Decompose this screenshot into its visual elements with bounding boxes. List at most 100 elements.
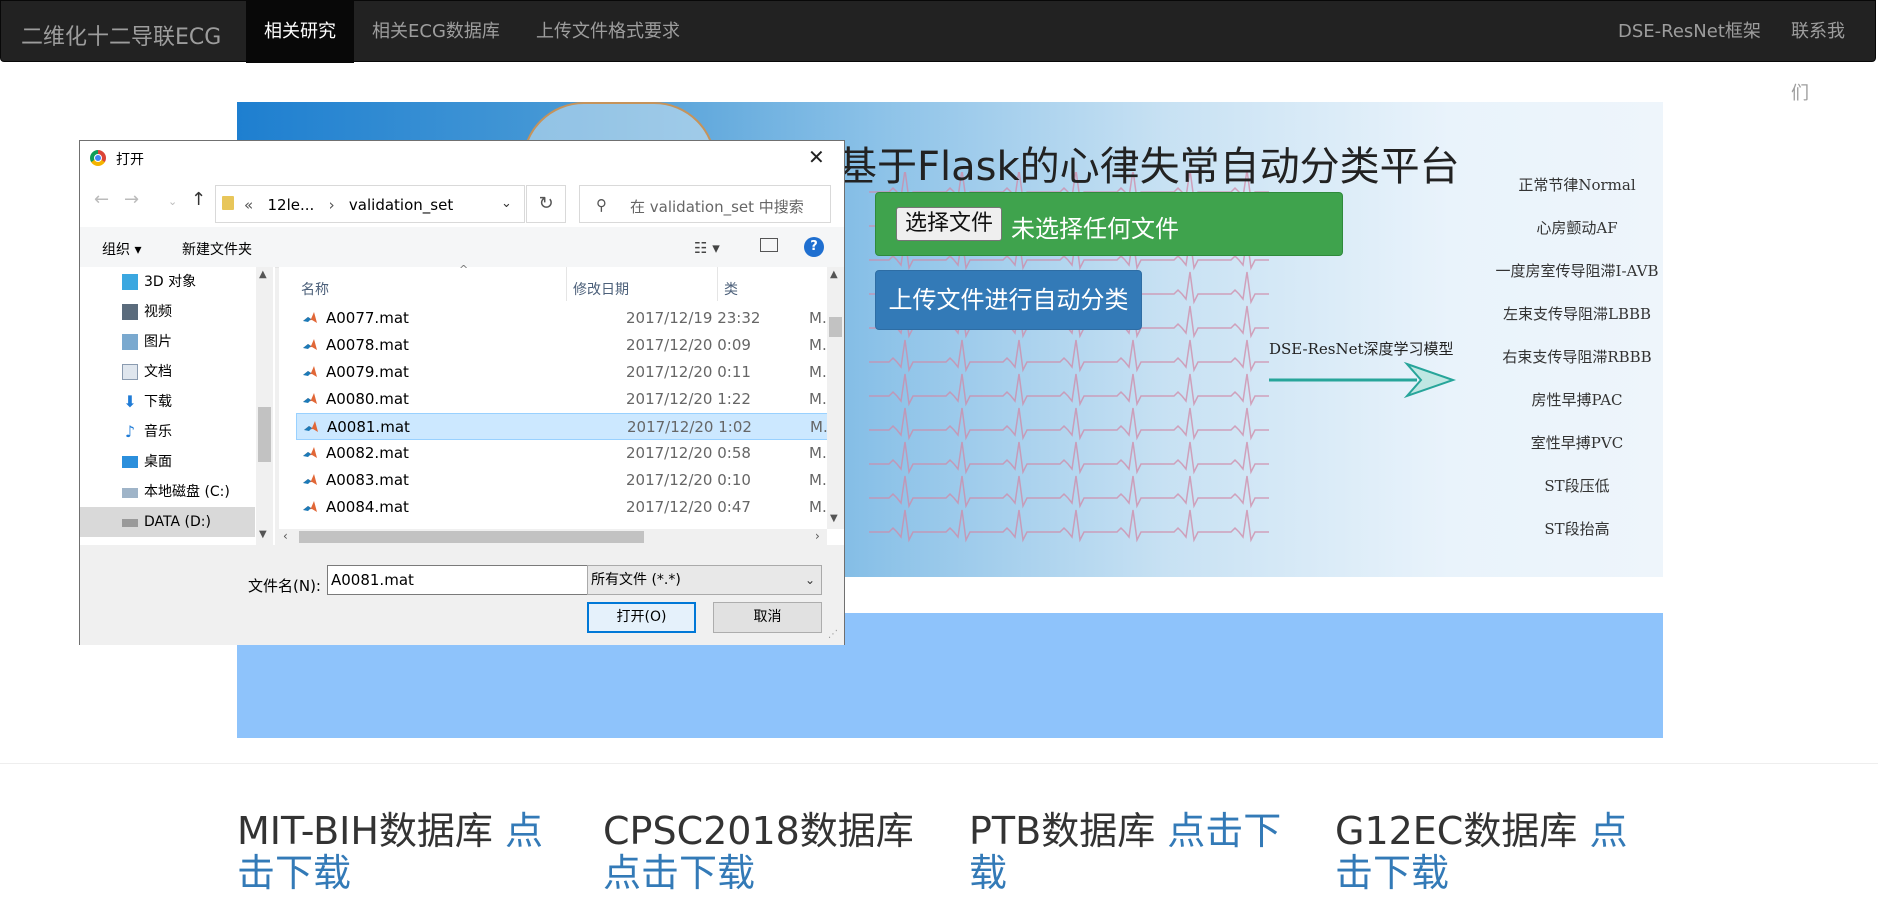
class-label: 左束支传导阻滞LBBB xyxy=(1502,305,1652,323)
scroll-thumb[interactable] xyxy=(299,531,644,543)
ecg-trace xyxy=(869,373,1269,407)
chevron-down-icon[interactable]: ⌄ xyxy=(805,566,815,594)
file-date: 2017/12/20 0:47 xyxy=(626,498,751,516)
file-row[interactable]: A0079.mat 2017/12/20 0:11 M. xyxy=(296,359,836,386)
view-options-icon[interactable]: ☷ ▾ xyxy=(694,239,720,257)
column-separator[interactable] xyxy=(566,267,567,301)
new-folder-button[interactable]: 新建文件夹 xyxy=(182,239,252,259)
db-ptb: PTB数据库 点击下载 xyxy=(969,810,1299,894)
breadcrumb-12leads[interactable]: 12le... xyxy=(268,196,315,214)
file-name: A0078.mat xyxy=(326,336,409,354)
recent-chevron-icon[interactable]: ⌄ xyxy=(168,195,177,208)
dialog-titlebar[interactable]: 打开 ✕ xyxy=(80,141,844,175)
file-row[interactable]: A0081.mat 2017/12/20 1:02 M. xyxy=(296,413,836,440)
scroll-thumb[interactable] xyxy=(258,407,271,462)
file-row[interactable]: A0083.mat 2017/12/20 0:10 M. xyxy=(296,467,836,494)
db-download-link[interactable]: 点击下载 xyxy=(603,851,755,895)
help-icon[interactable]: ? xyxy=(804,237,824,257)
file-list-hscrollbar[interactable]: ‹ › xyxy=(279,529,827,545)
preview-pane-icon[interactable] xyxy=(760,238,778,252)
close-icon[interactable]: ✕ xyxy=(808,145,825,169)
choose-file-button[interactable]: 选择文件 xyxy=(896,207,1003,241)
class-label: ST段抬高 xyxy=(1544,520,1610,538)
tree-item-desktop[interactable]: 桌面 xyxy=(80,447,255,477)
breadcrumb-validation-set[interactable]: validation_set xyxy=(349,196,453,214)
file-list-vscrollbar[interactable]: ▲ ▼ xyxy=(827,267,844,529)
scroll-down-icon[interactable]: ▼ xyxy=(259,529,267,540)
tree-item-3d-objects[interactable]: 3D 对象 xyxy=(80,267,255,297)
upload-classify-button[interactable]: 上传文件进行自动分类 xyxy=(875,270,1142,330)
filename-input[interactable]: A0081.mat ⌄ xyxy=(327,565,607,595)
address-bar[interactable]: « 12le... › validation_set ⌄ xyxy=(215,185,525,223)
cancel-button[interactable]: 取消 xyxy=(713,602,822,633)
drive-icon xyxy=(122,488,138,498)
refresh-icon[interactable]: ↻ xyxy=(526,185,566,223)
file-type: M. xyxy=(809,390,827,408)
file-type: M. xyxy=(809,336,827,354)
file-row[interactable]: A0082.mat 2017/12/20 0:58 M. xyxy=(296,440,836,467)
file-date: 2017/12/20 0:10 xyxy=(626,471,751,489)
file-name: A0079.mat xyxy=(326,363,409,381)
file-row[interactable]: A0080.mat 2017/12/20 1:22 M. xyxy=(296,386,836,413)
open-button[interactable]: 打开(O) xyxy=(587,602,696,633)
tree-item-drive-d[interactable]: DATA (D:) xyxy=(80,507,255,537)
navigation-pane: 3D 对象 视频 图片 文档 ⬇ 下载 ♪ 音乐 桌面 本地磁盘 (C:) DA… xyxy=(80,267,275,545)
file-open-dialog: 打开 ✕ ← → ⌄ ↑ « 12le... › validation_set … xyxy=(79,140,845,645)
scroll-right-icon[interactable]: › xyxy=(815,529,820,543)
tree-item-label: DATA (D:) xyxy=(144,514,211,530)
desktop-icon xyxy=(122,456,138,468)
search-box[interactable]: ⚲ 在 validation_set 中搜索 xyxy=(579,185,831,223)
column-name-header[interactable]: 名称 xyxy=(301,279,329,299)
file-row[interactable]: A0078.mat 2017/12/20 0:09 M. xyxy=(296,332,836,359)
column-separator[interactable] xyxy=(717,267,718,301)
tree-item-music[interactable]: ♪ 音乐 xyxy=(80,417,255,447)
scroll-thumb[interactable] xyxy=(829,317,842,337)
db-name: G12EC数据库 xyxy=(1335,809,1590,853)
filetype-value: 所有文件 (*.*) xyxy=(591,572,681,588)
nav-upload-format[interactable]: 上传文件格式要求 xyxy=(518,1,698,63)
ecg-trace xyxy=(869,509,1269,543)
matlab-file-icon xyxy=(303,339,317,350)
back-arrow-icon[interactable]: ← xyxy=(94,189,109,210)
tree-item-documents[interactable]: 文档 xyxy=(80,357,255,387)
resize-grip-icon[interactable]: ⋰ xyxy=(828,629,838,640)
dialog-bottom: 文件名(N): A0081.mat ⌄ 所有文件 (*.*) ⌄ 打开(O) 取… xyxy=(80,545,844,645)
nav-pane-scrollbar[interactable]: ▲ ▼ xyxy=(256,267,273,545)
column-type-header[interactable]: 类 xyxy=(724,279,738,299)
tree-item-pictures[interactable]: 图片 xyxy=(80,327,255,357)
divider xyxy=(0,763,1878,764)
scroll-up-icon[interactable]: ▲ xyxy=(259,269,267,280)
column-date-header[interactable]: 修改日期 xyxy=(573,279,629,299)
tree-item-drive-c[interactable]: 本地磁盘 (C:) xyxy=(80,477,255,507)
nav-dse-resnet[interactable]: DSE-ResNet框架 xyxy=(1600,1,1779,63)
matlab-file-icon xyxy=(303,447,317,458)
scroll-left-icon[interactable]: ‹ xyxy=(283,529,288,543)
filename-value: A0081.mat xyxy=(331,571,414,589)
scroll-down-icon[interactable]: ▼ xyxy=(830,513,838,524)
ecg-trace xyxy=(869,441,1269,475)
scroll-up-icon[interactable]: ▲ xyxy=(830,269,838,280)
filetype-select[interactable]: 所有文件 (*.*) ⌄ xyxy=(587,565,822,595)
nav-contact[interactable]: 联系我们 xyxy=(1773,1,1875,104)
search-placeholder: 在 validation_set 中搜索 xyxy=(630,198,804,216)
document-icon xyxy=(122,364,138,380)
class-label: 正常节律Normal xyxy=(1518,176,1636,194)
file-date: 2017/12/20 0:58 xyxy=(626,444,751,462)
file-row[interactable]: A0084.mat 2017/12/20 0:47 M. xyxy=(296,494,836,521)
file-name: A0077.mat xyxy=(326,309,409,327)
forward-arrow-icon[interactable]: → xyxy=(124,189,139,210)
organize-menu[interactable]: 组织 ▾ xyxy=(102,239,141,259)
matlab-file-icon xyxy=(304,421,318,432)
tree-item-videos[interactable]: 视频 xyxy=(80,297,255,327)
address-dropdown-icon[interactable]: ⌄ xyxy=(501,196,512,211)
nav-related-research[interactable]: 相关研究 xyxy=(246,1,354,63)
brand-link[interactable]: 二维化十二导联ECG xyxy=(21,19,221,51)
drive-icon xyxy=(122,519,138,527)
breadcrumb-overflow[interactable]: « xyxy=(244,196,253,214)
tree-item-downloads[interactable]: ⬇ 下载 xyxy=(80,387,255,417)
tree-item-label: 桌面 xyxy=(144,454,172,470)
file-row[interactable]: A0077.mat 2017/12/19 23:32 M. xyxy=(296,305,836,332)
nav-ecg-databases[interactable]: 相关ECG数据库 xyxy=(354,1,518,63)
up-arrow-icon[interactable]: ↑ xyxy=(191,189,206,210)
db-name: PTB数据库 xyxy=(969,809,1168,853)
